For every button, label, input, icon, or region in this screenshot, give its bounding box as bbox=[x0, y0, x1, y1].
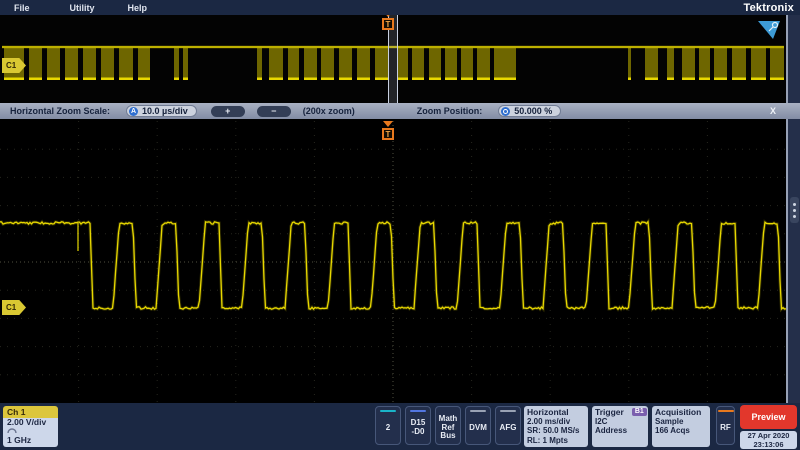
zoom-in-button[interactable]: + bbox=[211, 106, 245, 117]
dvm-button[interactable]: DVM bbox=[465, 406, 491, 445]
menu-help[interactable]: Help bbox=[128, 3, 148, 13]
acquisition-title: Acquisition bbox=[655, 407, 710, 417]
menu-file[interactable]: File bbox=[14, 3, 30, 13]
trigger-panel[interactable]: Trigger B1 I2C Address bbox=[592, 406, 648, 447]
trigger-b1-badge: B1 bbox=[632, 408, 647, 416]
knob-a-icon: A bbox=[129, 107, 138, 116]
oscilloscope-screen: File Utility Help Tektronix C1 T Horizon… bbox=[0, 0, 800, 450]
trigger-title: Trigger bbox=[595, 407, 624, 417]
horizontal-zoom-bar: Horizontal Zoom Scale: A 10.0 µs/div + −… bbox=[0, 103, 800, 119]
coupling-icon bbox=[7, 428, 17, 434]
zoom-position-text: 50.000 % bbox=[514, 106, 552, 116]
datetime-badge[interactable]: 27 Apr 2020 23:13:06 bbox=[740, 431, 797, 449]
close-icon[interactable]: X bbox=[770, 106, 776, 116]
digital-d15-d0-button[interactable]: D15 -D0 bbox=[405, 406, 431, 445]
zoom-out-button[interactable]: − bbox=[257, 106, 291, 117]
main-trigger-flag-icon[interactable]: T bbox=[382, 121, 394, 140]
menu-utility[interactable]: Utility bbox=[70, 3, 95, 13]
knob-ring-icon bbox=[501, 107, 510, 116]
drag-handle-icon[interactable] bbox=[790, 197, 799, 223]
trigger-arrow-icon bbox=[383, 121, 393, 127]
math-ref-bus-button[interactable]: Math Ref Bus bbox=[435, 406, 461, 445]
horizontal-title: Horizontal bbox=[527, 407, 588, 417]
zoom-factor-label: (200x zoom) bbox=[303, 106, 355, 116]
zoom-scale-label: Horizontal Zoom Scale: bbox=[10, 106, 110, 116]
status-bar: Ch 1 2.00 V/div 1 GHz 2 D15 -D0 Math Ref… bbox=[0, 403, 800, 450]
tektronix-logo: Tektronix bbox=[744, 2, 795, 14]
time-text: 23:13:06 bbox=[740, 441, 797, 450]
channel1-bandwidth: 1 GHz bbox=[7, 436, 58, 445]
menu-bar: File Utility Help Tektronix bbox=[0, 0, 800, 15]
zoom-position-label: Zoom Position: bbox=[417, 106, 483, 116]
record-length: RL: 1 Mpts bbox=[527, 436, 588, 445]
zoom-scale-value[interactable]: A 10.0 µs/div bbox=[126, 105, 197, 117]
main-waveform-display[interactable]: T C1 bbox=[0, 121, 786, 403]
acquisition-panel[interactable]: Acquisition Sample 166 Acqs bbox=[652, 406, 710, 447]
afg-button[interactable]: AFG bbox=[495, 406, 521, 445]
horizontal-panel[interactable]: Horizontal 2.00 ms/div SR: 50.0 MS/s RL:… bbox=[524, 406, 588, 447]
main-waveform bbox=[0, 121, 786, 403]
rf-button[interactable]: RF bbox=[716, 406, 735, 445]
channel1-badge[interactable]: Ch 1 2.00 V/div 1 GHz bbox=[3, 406, 58, 447]
trigger-source: Address bbox=[595, 426, 648, 435]
trigger-type: I2C bbox=[595, 417, 648, 426]
horizontal-scale: 2.00 ms/div bbox=[527, 417, 588, 426]
acquisition-count: 166 Acqs bbox=[655, 426, 710, 435]
channel1-scale: 2.00 V/div bbox=[7, 418, 58, 427]
zoom-scale-text: 10.0 µs/div bbox=[142, 106, 188, 116]
preview-button[interactable]: Preview bbox=[740, 405, 797, 429]
acquisition-mode: Sample bbox=[655, 417, 710, 426]
results-bar-strip bbox=[786, 15, 800, 403]
waveform-overview[interactable]: C1 T bbox=[0, 15, 786, 103]
channel2-button[interactable]: 2 bbox=[375, 406, 401, 445]
sample-rate: SR: 50.0 MS/s bbox=[527, 426, 588, 435]
zoom-position-value[interactable]: 50.000 % bbox=[498, 105, 561, 117]
zoom-box-icon[interactable] bbox=[756, 18, 782, 42]
